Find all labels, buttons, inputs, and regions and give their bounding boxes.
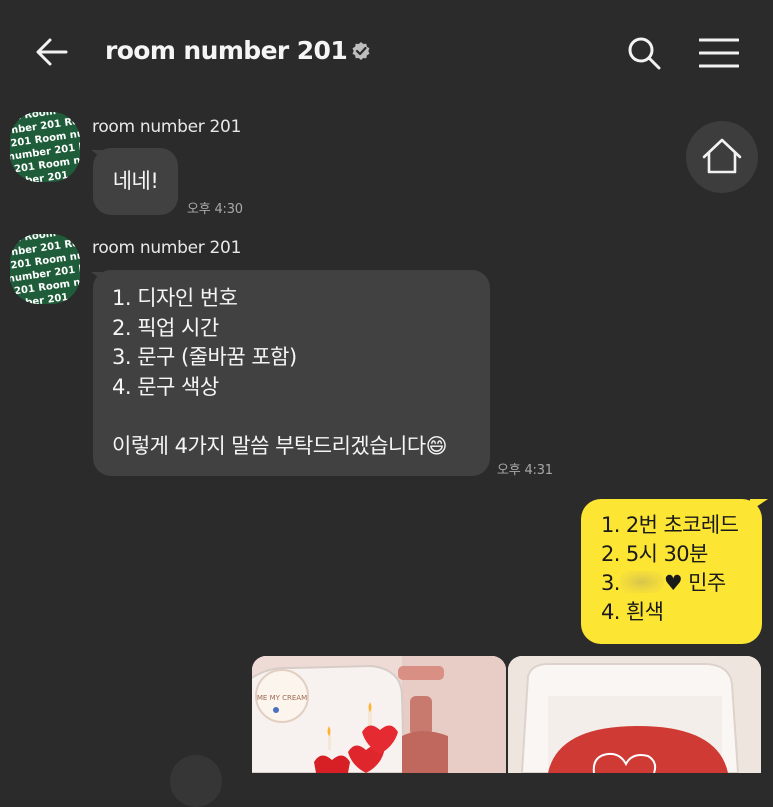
reply-bubble[interactable]: 1. 2번 초코레드 2. 5시 30분 3. ♥ 민주 4. 흰색 xyxy=(581,499,762,644)
message-line: 3. 문구 (줄바꿈 포함) xyxy=(112,345,297,369)
photo-attachment-right[interactable] xyxy=(508,656,761,773)
message-bubble[interactable]: 1. 디자인 번호 2. 픽업 시간 3. 문구 (줄바꿈 포함) 4. 문구 … xyxy=(93,270,490,476)
message-text: 네네! xyxy=(112,169,159,193)
cake-photo: ME MY CREAM xyxy=(252,656,506,773)
message-time: 오후 4:31 xyxy=(497,463,553,478)
photo-attachment-left[interactable]: ME MY CREAM xyxy=(252,656,506,773)
reply-line-suffix: ♥ 민주 xyxy=(663,571,726,595)
message-time: 오후 4:30 xyxy=(187,202,243,217)
reply-line-prefix: 3. xyxy=(601,571,620,595)
message-line: 2. 픽업 시간 xyxy=(112,315,219,340)
cream-label: ME MY CREAM xyxy=(257,694,307,702)
chat-header: room number 201 xyxy=(0,0,773,100)
reply-line: 1. 2번 초코레드 xyxy=(601,513,739,537)
reply-line: 4. 흰색 xyxy=(601,600,664,624)
search-icon[interactable] xyxy=(626,35,662,71)
reply-line: 3. ♥ 민주 xyxy=(601,569,762,598)
home-button[interactable] xyxy=(686,121,758,193)
sender-avatar[interactable]: r 201 Roomnumber 201 Roer 201 Room nun n… xyxy=(10,112,80,182)
message-line: 이렇게 4가지 말씀 부탁드리겠습니다😄 xyxy=(112,433,448,458)
message-line xyxy=(112,402,490,432)
blurred-text xyxy=(619,571,664,593)
home-icon xyxy=(702,138,742,174)
verified-badge-icon xyxy=(352,42,370,60)
message-line: 1. 디자인 번호 xyxy=(112,286,238,310)
sender-name: room number 201 xyxy=(92,117,242,137)
message-line: 4. 문구 색상 xyxy=(112,374,219,399)
avatar-pattern: r 201 Roomnumber 201 Roer 201 Room nun n… xyxy=(10,234,80,304)
chat-title: room number 201 xyxy=(105,36,371,65)
avatar-pattern: r 201 Roomnumber 201 Roer 201 Room nun n… xyxy=(10,112,80,182)
message-bubble[interactable]: 네네! xyxy=(93,148,178,215)
scroll-down-button[interactable] xyxy=(170,755,222,807)
arrow-left-icon[interactable] xyxy=(34,34,70,70)
hamburger-menu-icon[interactable] xyxy=(699,38,739,68)
chat-title-text: room number 201 xyxy=(105,36,348,65)
reply-line: 2. 5시 30분 xyxy=(601,542,708,566)
sender-name: room number 201 xyxy=(92,238,242,258)
cake-photo xyxy=(508,656,761,773)
sender-avatar[interactable]: r 201 Roomnumber 201 Roer 201 Room nun n… xyxy=(10,234,80,304)
